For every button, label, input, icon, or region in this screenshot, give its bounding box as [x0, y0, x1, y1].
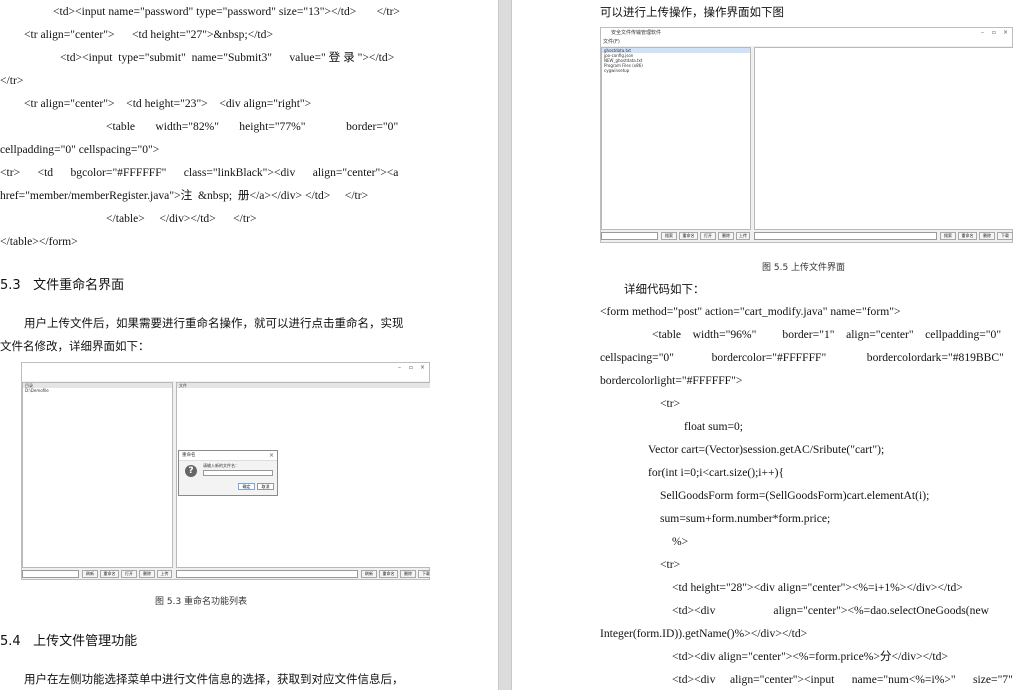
- left-rename-button[interactable]: 重命名: [100, 570, 119, 578]
- code-line: <table width="96%" border="1" align="cen…: [652, 328, 1002, 341]
- left-toolbar: 搜索 重命名 打开 删除 上传: [601, 232, 751, 240]
- right-rename-button[interactable]: 重命名: [958, 232, 977, 240]
- code-line: <tr align="center"> <td height="27">&nbs…: [24, 28, 273, 41]
- figure-5-5-caption: 图 5.5 上传文件界面: [762, 263, 846, 273]
- maximize-icon[interactable]: ▫: [409, 363, 413, 373]
- section-heading-5-3: 5.3 文件重命名界面: [0, 278, 125, 293]
- maximize-icon[interactable]: ▫: [992, 28, 996, 38]
- dialog-ok-button[interactable]: 确定: [238, 483, 255, 490]
- left-search-button[interactable]: 搜索: [661, 232, 677, 240]
- code-line: <td><div align="center"><%=form.price%>分…: [672, 650, 948, 663]
- question-icon: ?: [185, 465, 197, 477]
- new-name-input[interactable]: [203, 470, 273, 476]
- code-line: float sum=0;: [684, 420, 744, 433]
- remote-file-pane[interactable]: [754, 47, 1013, 230]
- detail-code-label: 详细代码如下：: [624, 282, 705, 296]
- right-page: 可以进行上传操作，操作界面如下图 安全文件传输管理软件 – ▫ × 文件(F) …: [600, 0, 1013, 690]
- rename-dialog-title: 重命名: [179, 451, 277, 461]
- code-line: cellspacing="0" bordercolor="#FFFFFF" bo…: [600, 351, 1004, 364]
- page-gutter: [430, 0, 600, 690]
- code-line: </tr>: [0, 74, 24, 87]
- code-line: bordercolorlight="#FFFFFF">: [600, 374, 743, 387]
- left-rename-button[interactable]: 重命名: [679, 232, 698, 240]
- code-line: href="member/memberRegister.java">注 &nbs…: [0, 189, 369, 202]
- window-title: [22, 363, 429, 373]
- code-line: <td><input name="password" type="passwor…: [53, 5, 400, 18]
- left-upload-button[interactable]: 上传: [157, 570, 172, 578]
- directory-item[interactable]: D:\Demofile: [23, 388, 172, 393]
- left-delete-button[interactable]: 删除: [139, 570, 155, 578]
- dialog-prompt: 请输入新的文件名：: [203, 463, 239, 468]
- code-line: sum=sum+form.number*form.price;: [660, 512, 831, 525]
- file-header: 文件: [177, 383, 430, 388]
- code-line: <tr> <td bgcolor="#FFFFFF" class="linkBl…: [0, 166, 399, 179]
- dialog-cancel-button[interactable]: 取消: [257, 483, 274, 490]
- right-toolbar: 刷新 重命名 删除 下载: [176, 570, 430, 578]
- window-title: 安全文件传输管理软件: [601, 28, 1012, 38]
- code-line: </table></form>: [0, 235, 78, 248]
- right-refresh-button[interactable]: 刷新: [361, 570, 377, 578]
- menu-bar[interactable]: 文件(F): [601, 38, 1012, 46]
- paragraph-5-4-line1: 用户在左侧功能选择菜单中进行文件信息的选择，获取到对应文件信息后，: [24, 672, 404, 686]
- section-heading-5-4: 5.4 上传文件管理功能: [0, 634, 138, 649]
- directory-pane[interactable]: 目录 D:\Demofile: [22, 382, 173, 568]
- left-page: <td><input name="password" type="passwor…: [0, 0, 430, 690]
- menu-bar[interactable]: [22, 373, 429, 381]
- left-upload-button[interactable]: 上传: [736, 232, 750, 240]
- close-icon[interactable]: ×: [1003, 28, 1008, 38]
- right-delete-button[interactable]: 删除: [979, 232, 995, 240]
- dialog-close-icon[interactable]: ×: [269, 451, 274, 460]
- code-line: </table> </div></td> </tr>: [106, 212, 257, 225]
- code-line: %>: [672, 535, 689, 548]
- code-line: for(int i=0;i<cart.size();i++){: [648, 466, 785, 479]
- paragraph-5-3-line1: 用户上传文件后，如果需要进行重命名操作，就可以进行点击重命名，实现: [24, 316, 404, 330]
- code-line: <form method="post" action="cart_modify.…: [600, 305, 901, 318]
- right-rename-button[interactable]: 重命名: [379, 570, 398, 578]
- figure-5-5-screenshot: 安全文件传输管理软件 – ▫ × 文件(F) ghostdata.txt jpo-…: [600, 27, 1013, 243]
- left-refresh-button[interactable]: 刷新: [82, 570, 98, 578]
- code-line: Integer(form.ID)).getName()%></div></td>: [600, 627, 808, 640]
- left-open-button[interactable]: 打开: [700, 232, 716, 240]
- local-file-pane[interactable]: ghostdata.txt jpo-config.json NEW_ghostdat…: [601, 47, 751, 230]
- local-file-list[interactable]: ghostdata.txt jpo-config.json NEW_ghostdat…: [602, 48, 750, 73]
- code-line: SellGoodsForm form=(SellGoodsForm)cart.e…: [660, 489, 930, 502]
- left-delete-button[interactable]: 删除: [718, 232, 734, 240]
- left-path-input[interactable]: [601, 232, 658, 240]
- upload-intro: 可以进行上传操作，操作界面如下图: [600, 5, 784, 19]
- code-line: <table width="82%" height="77%" border="…: [106, 120, 399, 133]
- right-search-button[interactable]: 搜索: [940, 232, 956, 240]
- rename-dialog: 重命名 × ? 请输入新的文件名： 确定 取消: [178, 450, 278, 496]
- close-icon[interactable]: ×: [420, 363, 425, 373]
- page-divider: [498, 0, 512, 690]
- right-path-input[interactable]: [754, 232, 937, 240]
- left-path-input[interactable]: [22, 570, 79, 578]
- right-path-input[interactable]: [176, 570, 358, 578]
- code-line: <tr>: [660, 558, 681, 571]
- figure-5-3-caption: 图 5.3 重命名功能列表: [155, 597, 248, 607]
- figure-5-3-screenshot: – ▫ × 目录 D:\Demofile 文件 重命名 × ? 请输入新的文件名…: [21, 362, 430, 580]
- left-toolbar: 刷新 重命名 打开 删除 上传: [22, 570, 173, 578]
- minimize-icon[interactable]: –: [981, 28, 984, 38]
- code-line: <tr>: [660, 397, 681, 410]
- left-open-button[interactable]: 打开: [121, 570, 137, 578]
- minimize-icon[interactable]: –: [398, 363, 401, 373]
- code-line: <td><input type="submit" name="Submit3" …: [60, 51, 395, 64]
- paragraph-5-3-line2: 文件名修改，详细界面如下：: [0, 339, 150, 353]
- code-line: Vector cart=(Vector)session.getAC/Sribut…: [648, 443, 885, 456]
- code-line: <td height="28"><div align="center"><%=i…: [672, 581, 963, 594]
- right-download-button[interactable]: 下载: [418, 570, 430, 578]
- right-toolbar: 搜索 重命名 删除 下载: [754, 232, 1013, 240]
- code-line: cellpadding="0" cellspacing="0">: [0, 143, 160, 156]
- right-download-button[interactable]: 下载: [997, 232, 1013, 240]
- code-line: <tr align="center"> <td height="23"> <di…: [24, 97, 312, 110]
- code-line: <td><div align="center"><input name="num…: [672, 673, 1013, 686]
- code-line: <td><div align="center"><%=dao.selectOne…: [672, 604, 989, 617]
- local-file-item[interactable]: cygwinsetup: [602, 68, 750, 73]
- right-delete-button[interactable]: 删除: [400, 570, 416, 578]
